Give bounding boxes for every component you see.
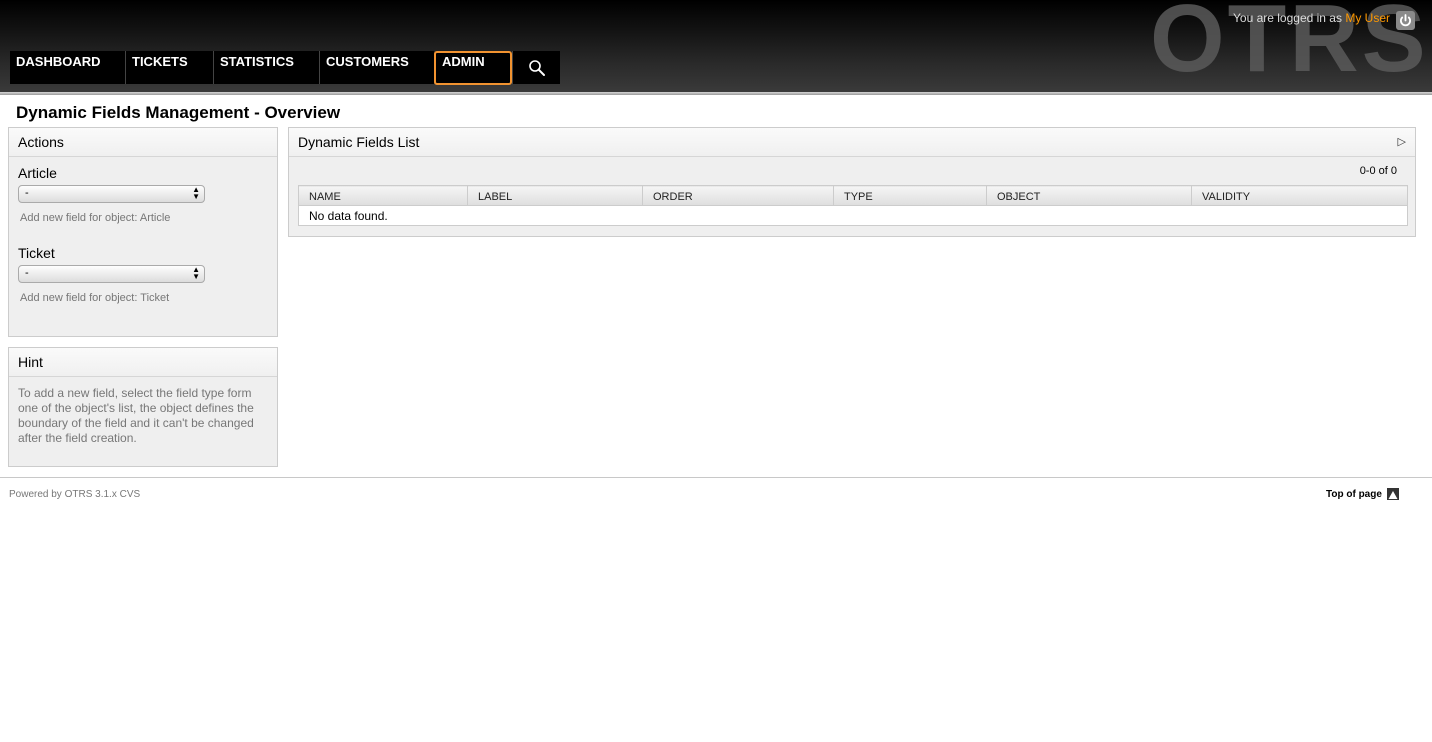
pagination-info: 0-0 of 0 [1359, 165, 1397, 177]
column-validity: VALIDITY [1191, 185, 1408, 206]
article-select-value: - [25, 187, 29, 199]
header-divider [0, 92, 1432, 95]
article-field-type-select[interactable]: - ▲ ▼ [18, 185, 205, 203]
nav-admin[interactable]: ADMIN [434, 51, 512, 85]
ticket-hint: Add new field for object: Ticket [20, 292, 170, 304]
footer-divider [0, 477, 1432, 478]
column-order: ORDER [642, 185, 834, 206]
table-header-row: NAME LABEL ORDER TYPE OBJECT VALIDITY [298, 185, 1408, 206]
ticket-field-type-select[interactable]: - ▲ ▼ [18, 265, 205, 283]
main-navigation: DASHBOARD TICKETS STATISTICS CUSTOMERS A… [10, 51, 560, 85]
column-object: OBJECT [986, 185, 1192, 206]
article-hint: Add new field for object: Article [20, 212, 171, 224]
dynamic-fields-table: NAME LABEL ORDER TYPE OBJECT VALIDITY No… [298, 185, 1408, 226]
dynamic-fields-list-box: Dynamic Fields List ▷ 0-0 of 0 NAME LABE… [288, 127, 1416, 237]
column-label: LABEL [467, 185, 643, 206]
nav-customers[interactable]: CUSTOMERS [319, 51, 434, 84]
actions-title: Actions [9, 128, 277, 157]
page-title: Dynamic Fields Management - Overview [16, 103, 341, 122]
empty-message: No data found. [309, 208, 388, 223]
actions-box: Actions Article - ▲ ▼ Add new field for o… [8, 127, 278, 337]
login-prefix: You are logged in as [1233, 11, 1342, 25]
powered-by: Powered by OTRS 3.1.x CVS [9, 489, 141, 500]
column-type: TYPE [833, 185, 987, 206]
nav-dashboard[interactable]: DASHBOARD [10, 51, 125, 84]
select-arrows-icon: ▲ ▼ [192, 185, 200, 201]
arrow-up-icon[interactable] [1387, 488, 1399, 500]
hint-box: Hint To add a new field, select the fiel… [8, 347, 278, 467]
search-icon[interactable] [512, 51, 560, 84]
login-info: You are logged in as My User [1233, 11, 1390, 25]
ticket-select-value: - [25, 267, 29, 279]
nav-tickets[interactable]: TICKETS [125, 51, 213, 84]
top-bar: OTRS You are logged in as My User DASHBO… [0, 0, 1432, 92]
top-of-page-link[interactable]: Top of page [1326, 489, 1382, 500]
table-row: No data found. [299, 206, 1408, 226]
hint-text: To add a new field, select the field typ… [18, 386, 254, 445]
ticket-label: Ticket [18, 245, 55, 261]
nav-statistics[interactable]: STATISTICS [213, 51, 319, 84]
power-icon[interactable] [1396, 11, 1415, 30]
list-title: Dynamic Fields List [289, 128, 1415, 157]
article-label: Article [18, 165, 57, 181]
select-arrows-icon: ▲ ▼ [192, 265, 200, 281]
toggle-arrow-icon[interactable]: ▷ [1398, 135, 1406, 148]
user-link[interactable]: My User [1345, 11, 1390, 25]
hint-title: Hint [9, 348, 277, 377]
column-name: NAME [298, 185, 468, 206]
